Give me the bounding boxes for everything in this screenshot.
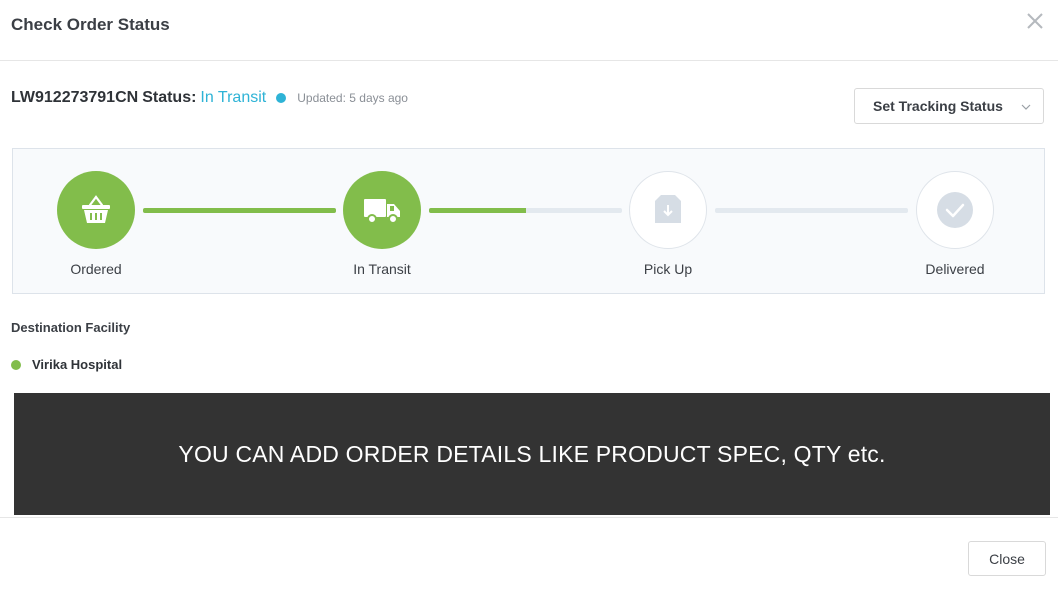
step-in-transit-label: In Transit: [353, 261, 411, 277]
progress-segment-3: [715, 208, 908, 213]
destination-facility-title: Destination Facility: [11, 320, 131, 335]
step-ordered: Ordered: [56, 171, 136, 277]
destination-dot: [11, 359, 21, 370]
step-pick-up-label: Pick Up: [643, 261, 693, 277]
destination-item: Virika Hospital: [11, 357, 122, 372]
step-pick-up: Pick Up: [628, 171, 708, 277]
status-label: Status:: [142, 89, 197, 106]
status-dot: [276, 93, 287, 103]
close-button[interactable]: Close: [968, 541, 1046, 576]
order-progress-tracker: Ordered In Transit Pick Up Delivered: [12, 148, 1045, 294]
dialog-title: Check Order Status: [11, 15, 170, 34]
step-in-transit: In Transit: [342, 171, 422, 277]
truck-icon: [364, 199, 400, 224]
status-value: In Transit: [200, 89, 267, 106]
order-details-banner: YOU CAN ADD ORDER DETAILS LIKE PRODUCT S…: [14, 393, 1050, 515]
order-details-banner-text: YOU CAN ADD ORDER DETAILS LIKE PRODUCT S…: [178, 440, 886, 467]
box-icon: [655, 195, 681, 223]
order-status-line: LW912273791CN Status: In Transit Updated…: [11, 87, 408, 109]
destination-name: Virika Hospital: [32, 357, 123, 372]
step-ordered-circle: [57, 171, 135, 249]
updated-timestamp: Updated: 5 days ago: [297, 91, 408, 105]
close-icon[interactable]: [1024, 10, 1046, 32]
check-icon: [937, 192, 973, 228]
step-pick-up-circle: [629, 171, 707, 249]
step-delivered: Delivered: [915, 171, 995, 277]
basket-icon: [82, 195, 110, 223]
order-id: LW912273791CN: [11, 89, 139, 106]
step-ordered-label: Ordered: [70, 261, 122, 277]
set-tracking-status-dropdown[interactable]: Set Tracking Status: [854, 88, 1044, 124]
set-tracking-status-label: Set Tracking Status: [873, 98, 1003, 114]
footer-divider: [0, 517, 1058, 518]
step-in-transit-circle: [343, 171, 421, 249]
progress-segment-1: [143, 208, 336, 213]
dialog-header: Check Order Status: [0, 0, 1058, 61]
progress-segment-2: [429, 208, 622, 213]
step-delivered-label: Delivered: [925, 261, 985, 277]
step-delivered-circle: [916, 171, 994, 249]
chevron-down-icon: [1021, 104, 1031, 110]
